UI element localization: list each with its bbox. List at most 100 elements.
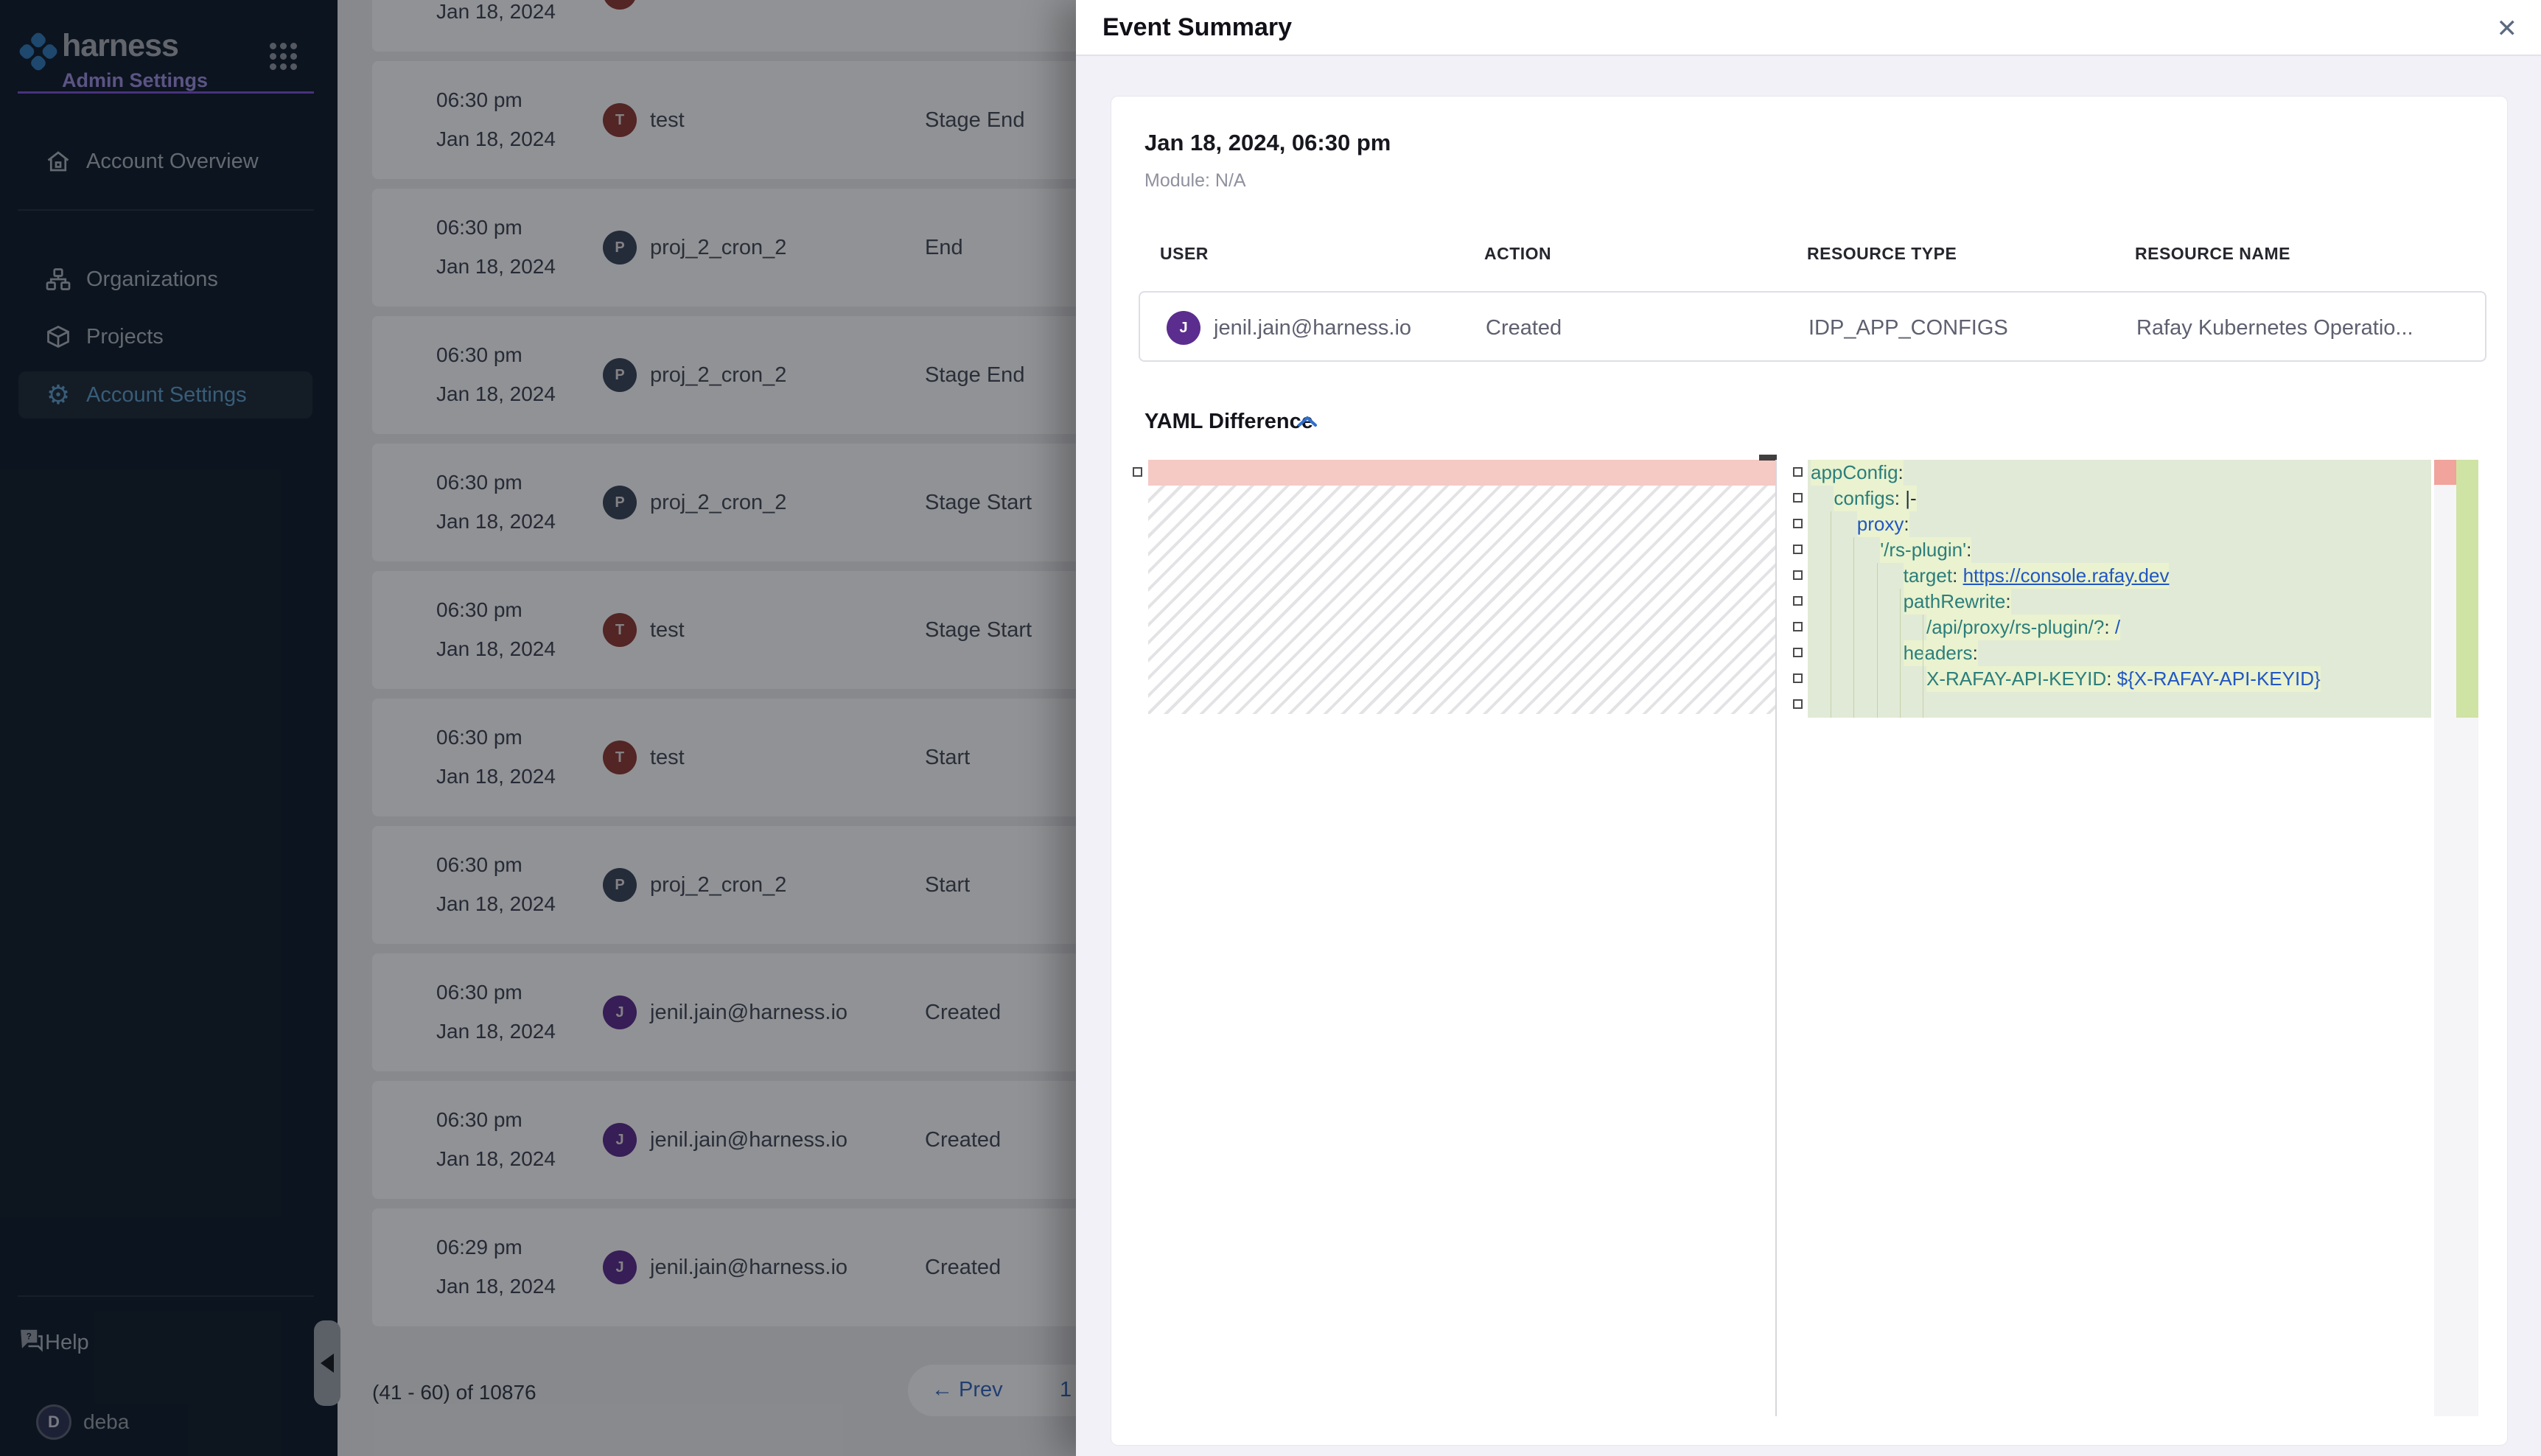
yaml-token: :	[1904, 513, 1909, 535]
sidebar-item-projects[interactable]: Projects	[18, 313, 312, 360]
audit-row[interactable]: 06:30 pmJan 18, 2024Pproj_2_cron_2Stage …	[372, 444, 1080, 561]
chevron-up-icon[interactable]	[1296, 415, 1318, 432]
row-date: Jan 18, 2024	[436, 127, 556, 151]
diff-scroll-handle[interactable]	[1759, 455, 1777, 461]
row-action: Created	[925, 1001, 1001, 1025]
row-time: 06:30 pm	[436, 1108, 522, 1132]
sidebar-item-label: Account Settings	[86, 383, 247, 407]
row-action: Stage End	[925, 363, 1024, 388]
sidebar-item-label: Projects	[86, 325, 164, 349]
sidebar-item-label: Account Overview	[86, 150, 259, 174]
row-date: Jan 18, 2024	[436, 1020, 556, 1043]
column-header-action: ACTION	[1484, 244, 1551, 264]
audit-row[interactable]: 06:30 pmJan 18, 2024Jjenil.jain@harness.…	[372, 953, 1080, 1071]
sidebar-collapse-button[interactable]	[314, 1320, 340, 1406]
audit-row[interactable]: 06:30 pmJan 18, 2024Jjenil.jain@harness.…	[372, 1081, 1080, 1199]
event-datetime: Jan 18, 2024, 06:30 pm	[1144, 130, 1391, 156]
row-time: 06:30 pm	[436, 88, 522, 112]
diff-line-marker[interactable]	[1793, 519, 1803, 528]
diff-line-marker[interactable]	[1793, 570, 1803, 580]
drawer-title: Event Summary	[1102, 13, 1292, 42]
diff-line-marker[interactable]	[1793, 648, 1803, 657]
row-date: Jan 18, 2024	[436, 255, 556, 279]
help-label: Help	[45, 1331, 89, 1355]
column-header-resource-name: RESOURCE NAME	[2135, 244, 2290, 264]
avatar: P	[603, 868, 637, 902]
diff-line-marker[interactable]	[1793, 699, 1803, 709]
diff-line-marker[interactable]	[1793, 596, 1803, 606]
row-action: End	[925, 0, 963, 5]
event-action: Created	[1486, 316, 1562, 340]
diff-line-marker[interactable]	[1793, 545, 1803, 554]
row-time: 06:30 pm	[436, 216, 522, 239]
background-page: harness Admin Settings Account OverviewO…	[0, 0, 1076, 1456]
collapse-arrow-icon	[321, 1354, 334, 1373]
avatar: P	[603, 486, 637, 519]
minimap-removed-track[interactable]	[2434, 460, 2456, 1416]
minimap-added-track[interactable]	[2456, 460, 2478, 1416]
diff-line-marker[interactable]	[1793, 673, 1803, 683]
diff-line-marker[interactable]	[1133, 467, 1142, 477]
avatar: J	[603, 1250, 637, 1284]
yaml-token: target	[1904, 564, 1953, 587]
screen: harness Admin Settings Account OverviewO…	[0, 0, 2541, 1456]
row-action: Stage Start	[925, 491, 1032, 515]
audit-row[interactable]: 06:30 pmJan 18, 2024TtestStage End	[372, 61, 1080, 179]
audit-row[interactable]: 06:29 pmJan 18, 2024Jjenil.jain@harness.…	[372, 1208, 1080, 1326]
yaml-token: :	[1895, 487, 1900, 509]
event-summary-drawer: Event Summary ✕ Jan 18, 2024, 06:30 pm M…	[1076, 0, 2541, 1456]
yaml-token[interactable]: https://console.rafay.dev	[1963, 564, 2170, 587]
yaml-token: /api/proxy/rs-plugin/?	[1926, 616, 2104, 638]
yaml-token: /	[2115, 616, 2120, 638]
yaml-token	[2110, 616, 2115, 638]
gear-icon: ⚙	[45, 382, 71, 408]
row-user: proj_2_cron_2	[650, 873, 786, 897]
yaml-token: '/rs-plugin'	[1880, 539, 1966, 561]
sidebar-item-account-overview[interactable]: Account Overview	[18, 138, 312, 185]
diff-removed-line	[1148, 460, 1775, 486]
sidebar: harness Admin Settings Account OverviewO…	[0, 0, 338, 1456]
sidebar-item-help[interactable]: ? Help	[18, 1319, 312, 1366]
sidebar-item-organizations[interactable]: Organizations	[18, 256, 312, 303]
row-user: test	[650, 0, 685, 5]
indent-guide	[1900, 589, 1901, 718]
event-resource-name: Rafay Kubernetes Operatio...	[2136, 316, 2414, 340]
prev-page-button[interactable]: ← Prev	[932, 1378, 1003, 1402]
diff-code-line: /api/proxy/rs-plugin/?: /	[1808, 615, 2431, 640]
audit-row[interactable]: 06:30 pmJan 18, 2024TtestStart	[372, 699, 1080, 816]
close-icon[interactable]: ✕	[2492, 13, 2523, 44]
yaml-token: :	[1898, 461, 1904, 483]
minimap-removed-block	[2434, 460, 2456, 485]
module-grid-icon[interactable]	[270, 43, 297, 70]
diff-code-line: appConfig:	[1808, 460, 2431, 486]
diff-empty-region	[1148, 486, 1775, 714]
yaml-token: |-	[1905, 487, 1916, 509]
diff-pane-divider	[1775, 460, 1777, 1416]
row-time: 06:30 pm	[436, 726, 522, 749]
row-date: Jan 18, 2024	[436, 1275, 556, 1298]
yaml-token: pathRewrite	[1904, 590, 2006, 612]
audit-row[interactable]: 06:30 pmJan 18, 2024Pproj_2_cron_2Start	[372, 826, 1080, 944]
avatar: J	[603, 995, 637, 1029]
diff-line-marker[interactable]	[1793, 493, 1803, 503]
diff-code-line: headers:	[1808, 640, 2431, 666]
brand-name: harness	[62, 28, 178, 64]
row-date: Jan 18, 2024	[436, 1147, 556, 1171]
diff-line-marker[interactable]	[1793, 467, 1803, 477]
cube-icon	[45, 323, 71, 350]
page-number-button[interactable]: 1	[1060, 1378, 1072, 1402]
audit-row[interactable]: 06:30 pmJan 18, 2024TtestStage Start	[372, 571, 1080, 689]
diff-line-marker[interactable]	[1793, 622, 1803, 631]
avatar: J	[1167, 311, 1200, 345]
event-user: jenil.jain@harness.io	[1214, 316, 1411, 340]
sidebar-divider	[18, 1295, 314, 1297]
audit-row[interactable]: Jan 18, 2024TtestEnd	[372, 0, 1080, 52]
row-user: test	[650, 746, 685, 770]
row-user: jenil.jain@harness.io	[650, 1001, 847, 1025]
audit-row[interactable]: 06:30 pmJan 18, 2024Pproj_2_cron_2End	[372, 189, 1080, 307]
user-menu[interactable]: D deba	[18, 1397, 312, 1447]
sidebar-item-account-settings[interactable]: ⚙ Account Settings	[18, 371, 312, 419]
user-avatar: D	[36, 1404, 71, 1440]
svg-text:?: ?	[27, 1331, 32, 1341]
audit-row[interactable]: 06:30 pmJan 18, 2024Pproj_2_cron_2Stage …	[372, 316, 1080, 434]
